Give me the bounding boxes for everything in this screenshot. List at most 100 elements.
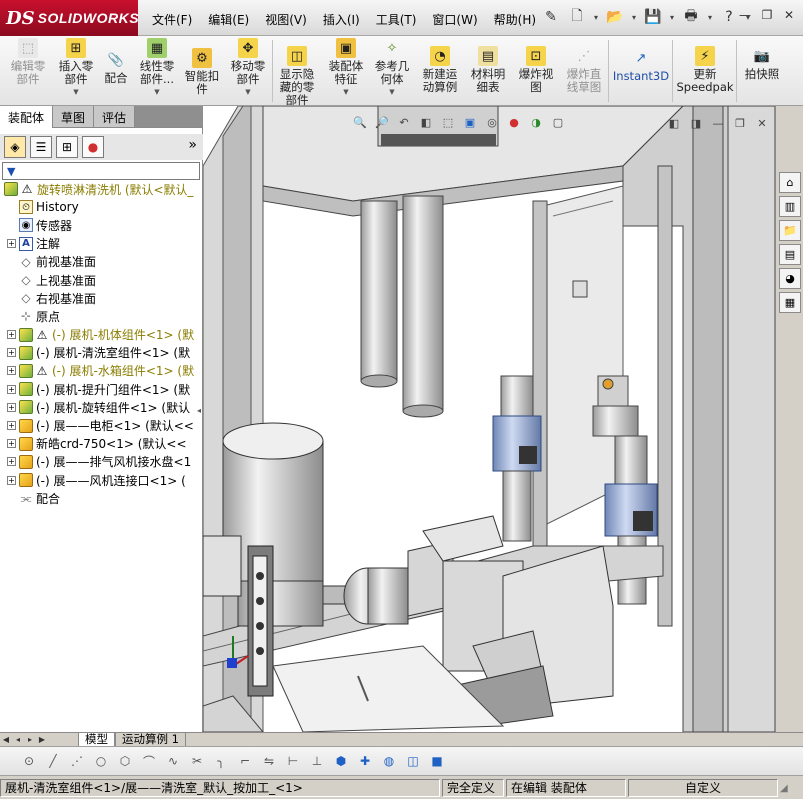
solid-box-icon[interactable]: ■ <box>428 752 446 770</box>
mate-button[interactable]: 📎 配合 <box>101 50 131 85</box>
polygon-icon[interactable]: ⬡ <box>116 752 134 770</box>
menu-help[interactable]: 帮助(H) <box>486 9 544 30</box>
chevron-down-icon[interactable]: ▼ <box>137 86 177 99</box>
show-hidden-components-button[interactable]: ◫ 显示隐 藏的零 部件 <box>276 46 318 107</box>
centerline-icon[interactable]: ⋰ <box>68 752 86 770</box>
last-tab-icon[interactable]: ▶ <box>36 735 48 744</box>
appearance-manager-icon[interactable]: ● <box>82 136 104 158</box>
insert-component-button[interactable]: ⊞ 插入零 部件 ▼ <box>56 38 96 99</box>
solidworks-logo[interactable]: DS SOLIDWORKS <box>0 0 139 36</box>
linear-pattern-button[interactable]: ▦ 线性零 部件... ▼ <box>137 38 177 99</box>
assembly-features-button[interactable]: ▣ 装配体 特征 ▼ <box>324 38 368 99</box>
expand-icon[interactable]: + <box>7 239 16 249</box>
instant3d-button[interactable]: ↗ Instant3D <box>612 48 670 83</box>
graphics-area[interactable]: 🔍 🔎 ↶ ◧ ⬚ ▣ ◎ ● ◑ ▢ ◧ ◨ — ❐ ✕ <box>203 106 775 732</box>
file-explorer-icon[interactable]: 📁 <box>779 220 801 241</box>
tree-item[interactable]: ◇ 前视基准面 <box>0 253 203 271</box>
tab-assembly[interactable]: 装配体 <box>0 106 54 128</box>
spline-icon[interactable]: ∿ <box>164 752 182 770</box>
edit-appearance-icon[interactable]: ● <box>505 113 523 131</box>
pin-icon[interactable]: ✎ <box>540 6 562 28</box>
chevron-down-icon[interactable]: ▼ <box>56 86 96 99</box>
tree-root-assembly[interactable]: ⚠ 旋转喷淋清洗机 (默认<默认_ <box>0 180 203 198</box>
chevron-down-icon[interactable]: ▼ <box>372 86 412 99</box>
cut-icon[interactable]: ◫ <box>404 752 422 770</box>
expand-icon[interactable]: + <box>7 366 16 376</box>
tree-item[interactable]: ◇ 右视基准面 <box>0 289 203 307</box>
bill-of-materials-button[interactable]: ▤ 材料明 细表 <box>468 46 508 94</box>
tree-item[interactable]: + (-) 展机-旋转组件<1> (默认 <box>0 398 203 416</box>
fillet-icon[interactable]: ╮ <box>212 752 230 770</box>
next-tab-icon[interactable]: ▸ <box>24 735 36 744</box>
display-style-icon[interactable]: ▣ <box>461 113 479 131</box>
appearances-icon[interactable]: ◕ <box>779 268 801 289</box>
resize-grip-icon[interactable]: ◢ <box>780 783 788 794</box>
line-icon[interactable]: ╱ <box>44 752 62 770</box>
zoom-to-fit-icon[interactable]: 🔍 <box>351 113 369 131</box>
menu-tools[interactable]: 工具(T) <box>368 9 425 30</box>
tree-item[interactable]: + (-) 展——排气风机接水盘<1 <box>0 453 203 471</box>
exploded-view-button[interactable]: ⊡ 爆炸视 图 <box>516 46 556 94</box>
restore-icon[interactable]: ❐ <box>731 114 749 132</box>
prev-tab-icon[interactable]: ◂ <box>12 735 24 744</box>
tree-item[interactable]: + ⚠ (-) 展机-水箱组件<1> (默 <box>0 362 203 380</box>
tree-item[interactable]: + ⚠ (-) 展机-机体组件<1> (默 <box>0 326 203 344</box>
hide-show-items-icon[interactable]: ◎ <box>483 113 501 131</box>
apply-scene-icon[interactable]: ◑ <box>527 113 545 131</box>
design-library-icon[interactable]: ▥ <box>779 196 801 217</box>
explode-line-sketch-button[interactable]: ⋰ 爆炸直 线草图 <box>562 46 606 94</box>
new-dropdown-icon[interactable]: ▾ <box>592 6 600 28</box>
status-units[interactable]: 自定义 <box>628 779 778 797</box>
menu-edit[interactable]: 编辑(E) <box>200 9 257 30</box>
expand-icon[interactable]: + <box>7 475 16 485</box>
configuration-manager-icon[interactable]: ⊞ <box>56 136 78 158</box>
arc-icon[interactable]: ⌒ <box>140 752 158 770</box>
zoom-to-area-icon[interactable]: 🔎 <box>373 113 391 131</box>
expand-icon[interactable]: + <box>7 384 16 394</box>
view-palette-icon[interactable]: ▤ <box>779 244 801 265</box>
minimize-icon[interactable]: — <box>737 8 753 24</box>
circle-icon[interactable]: ○ <box>92 752 110 770</box>
take-snapshot-button[interactable]: 📷 拍快照 <box>740 46 784 81</box>
feature-manager-icon[interactable]: ◈ <box>4 136 26 158</box>
menu-view[interactable]: 视图(V) <box>257 9 315 30</box>
sweep-icon[interactable]: ◍ <box>380 752 398 770</box>
open-dropdown-icon[interactable]: ▾ <box>630 6 638 28</box>
tree-item[interactable]: ◉ 传感器 <box>0 216 203 234</box>
tree-item[interactable]: + A 注解 <box>0 235 203 253</box>
save-dropdown-icon[interactable]: ▾ <box>668 6 676 28</box>
point-icon[interactable]: ⊙ <box>20 752 38 770</box>
tree-item[interactable]: ⊹ 原点 <box>0 307 203 325</box>
view-prev-icon[interactable]: ◧ <box>665 114 683 132</box>
revolve-icon[interactable]: ✚ <box>356 752 374 770</box>
dimension-icon[interactable]: ⊢ <box>284 752 302 770</box>
property-manager-icon[interactable]: ☰ <box>30 136 52 158</box>
relation-icon[interactable]: ⊥ <box>308 752 326 770</box>
update-speedpak-button[interactable]: ⚡ 更新 Speedpak <box>676 46 734 94</box>
view-orientation-icon[interactable]: ⬚ <box>439 113 457 131</box>
reference-geometry-button[interactable]: ✧ 参考几 何体 ▼ <box>372 38 412 99</box>
trim-icon[interactable]: ✂ <box>188 752 206 770</box>
close-icon[interactable]: ✕ <box>753 114 771 132</box>
tab-model[interactable]: 模型 <box>78 732 115 747</box>
expand-icon[interactable]: + <box>7 330 16 340</box>
extrude-icon[interactable]: ⬢ <box>332 752 350 770</box>
print-icon[interactable]: 🖶 <box>680 6 702 28</box>
menu-file[interactable]: 文件(F) <box>144 9 200 30</box>
chevron-down-icon[interactable]: ▼ <box>324 86 368 99</box>
tree-item[interactable]: + (-) 展机-清洗室组件<1> (默 <box>0 344 203 362</box>
previous-view-icon[interactable]: ↶ <box>395 113 413 131</box>
home-icon[interactable]: ⌂ <box>779 172 801 193</box>
chevron-down-icon[interactable]: ▼ <box>228 86 268 99</box>
tab-evaluate[interactable]: 评估 <box>94 106 136 127</box>
tab-motion-study[interactable]: 运动算例 1 <box>115 732 186 747</box>
edit-component-button[interactable]: ⬚ 编辑零 部件 <box>6 38 50 86</box>
new-motion-study-button[interactable]: ◔ 新建运 动算例 <box>418 46 462 94</box>
expand-icon[interactable]: + <box>7 439 16 449</box>
restore-icon[interactable]: ❐ <box>759 8 775 24</box>
expand-icon[interactable]: + <box>7 421 16 431</box>
mirror-icon[interactable]: ⇋ <box>260 752 278 770</box>
open-folder-icon[interactable]: 📂 <box>604 6 626 28</box>
custom-properties-icon[interactable]: ▦ <box>779 292 801 313</box>
tree-item[interactable]: ⏲ History <box>0 198 203 216</box>
